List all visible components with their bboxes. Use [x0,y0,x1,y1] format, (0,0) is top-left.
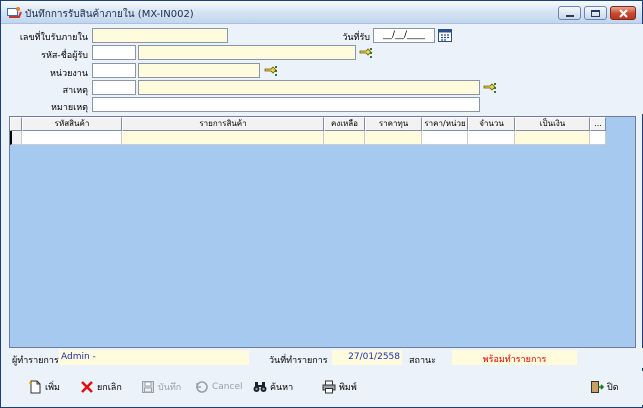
items-grid[interactable]: รหัสสินค้า รายการสินค้า คงเหลือ ราคาทุน … [9,116,636,348]
grid-header: รหัสสินค้า รายการสินค้า คงเหลือ ราคาทุน … [10,117,606,131]
save-button[interactable]: บันทึก [141,377,181,397]
grid-col-code[interactable]: รหัสสินค้า [22,117,122,131]
close-label: ปิด [607,383,619,393]
department-lookup-icon[interactable] [264,65,278,77]
window-title: บันทึกการรับสินค้าภายใน (MX-IN002) [25,9,194,20]
operator-value: Admin - [59,350,249,365]
calendar-icon[interactable] [438,28,452,42]
red-x-icon [81,381,93,393]
grid-col-qty[interactable]: จำนวน [468,117,515,131]
receive-date-field[interactable]: __/__/____ [373,28,435,43]
txn-date-label: วันที่ทำรายการ [269,356,328,366]
doc-no-field[interactable] [92,28,228,43]
receiver-code-field[interactable] [92,45,136,60]
close-icon [618,8,628,18]
print-label: พิมพ์ [339,383,357,393]
void-label: ยกเลิก [97,383,122,393]
minimize-icon [565,14,574,17]
grid-col-more[interactable]: ... [590,117,606,131]
floppy-disk-icon [142,381,154,393]
reason-label: สาเหตุ [62,86,88,96]
cell-amount [515,131,590,145]
new-document-icon [29,380,41,394]
cancel-button[interactable]: Cancel [195,377,243,397]
receiver-lookup-icon[interactable] [359,47,373,59]
note-label: หมายเหตุ [50,103,88,113]
cell-qty[interactable] [468,131,515,145]
grid-col-description[interactable]: รายการสินค้า [122,117,324,131]
cell-unit-price[interactable] [422,131,468,145]
row-selector[interactable] [10,131,22,145]
title-bar[interactable]: บันทึกการรับสินค้าภายใน (MX-IN002) [1,1,642,24]
maximize-icon [591,9,600,17]
cell-more[interactable] [590,131,606,145]
grid-col-cost[interactable]: ราคาทุน [365,117,422,131]
receiver-label: รหัส-ชื่อผู้รับ [41,51,88,61]
grid-col-unit-price[interactable]: ราคา/หน่วย [422,117,468,131]
maximize-button[interactable] [584,6,607,20]
add-button[interactable]: เพิ่ม [28,377,60,397]
txn-date-value: 27/01/2558 [332,350,402,365]
reason-name-field[interactable] [138,80,480,95]
binoculars-icon [253,382,267,392]
reason-lookup-icon[interactable] [483,82,497,94]
app-icon [7,7,22,18]
exit-door-icon [591,381,604,393]
receive-date-label: วันที่รับ [342,33,370,43]
void-button[interactable]: ยกเลิก [80,377,122,397]
status-badge: พร้อมทำรายการ [452,350,577,365]
close-button[interactable]: ปิด [590,377,619,397]
cell-cost [365,131,422,145]
main-window: บันทึกการรับสินค้าภายใน (MX-IN002) เลขที… [0,0,643,408]
cancel-label: Cancel [212,382,243,392]
grid-col-amount[interactable]: เป็นเงิน [515,117,590,131]
status-bar: ผู้ทำรายการ Admin - วันที่ทำรายการ 27/01… [2,348,643,368]
state-label: สถานะ [409,356,436,366]
receiver-name-field[interactable] [138,45,356,60]
doc-no-label: เลขที่ใบรับภายใน [19,33,88,43]
operator-label: ผู้ทำรายการ [12,356,59,366]
undo-icon [196,381,208,393]
print-button[interactable]: พิมพ์ [322,377,357,397]
grid-col-remaining[interactable]: คงเหลือ [324,117,365,131]
add-label: เพิ่ม [45,383,60,393]
reason-code-field[interactable] [92,80,136,95]
cell-remaining [324,131,365,145]
minimize-button[interactable] [558,6,581,20]
printer-icon [322,380,336,394]
search-label: ค้นหา [270,383,294,393]
table-row[interactable] [10,131,606,145]
department-name-field[interactable] [138,63,260,78]
close-window-button[interactable] [610,6,636,20]
department-label: หน่วยงาน [49,69,88,79]
header-form: เลขที่ใบรับภายใน วันที่รับ __/__/____ รห… [2,24,643,114]
cell-description[interactable] [122,131,324,145]
grid-col-selector [10,117,22,131]
department-code-field[interactable] [92,63,136,78]
cell-code[interactable] [22,131,122,145]
save-label: บันทึก [158,383,182,393]
search-button[interactable]: ค้นหา [253,377,293,397]
toolbar: เพิ่ม ยกเลิก บันทึก Cancel ค้นหา พิมพ์ ป… [2,371,643,405]
note-field[interactable] [92,97,480,112]
